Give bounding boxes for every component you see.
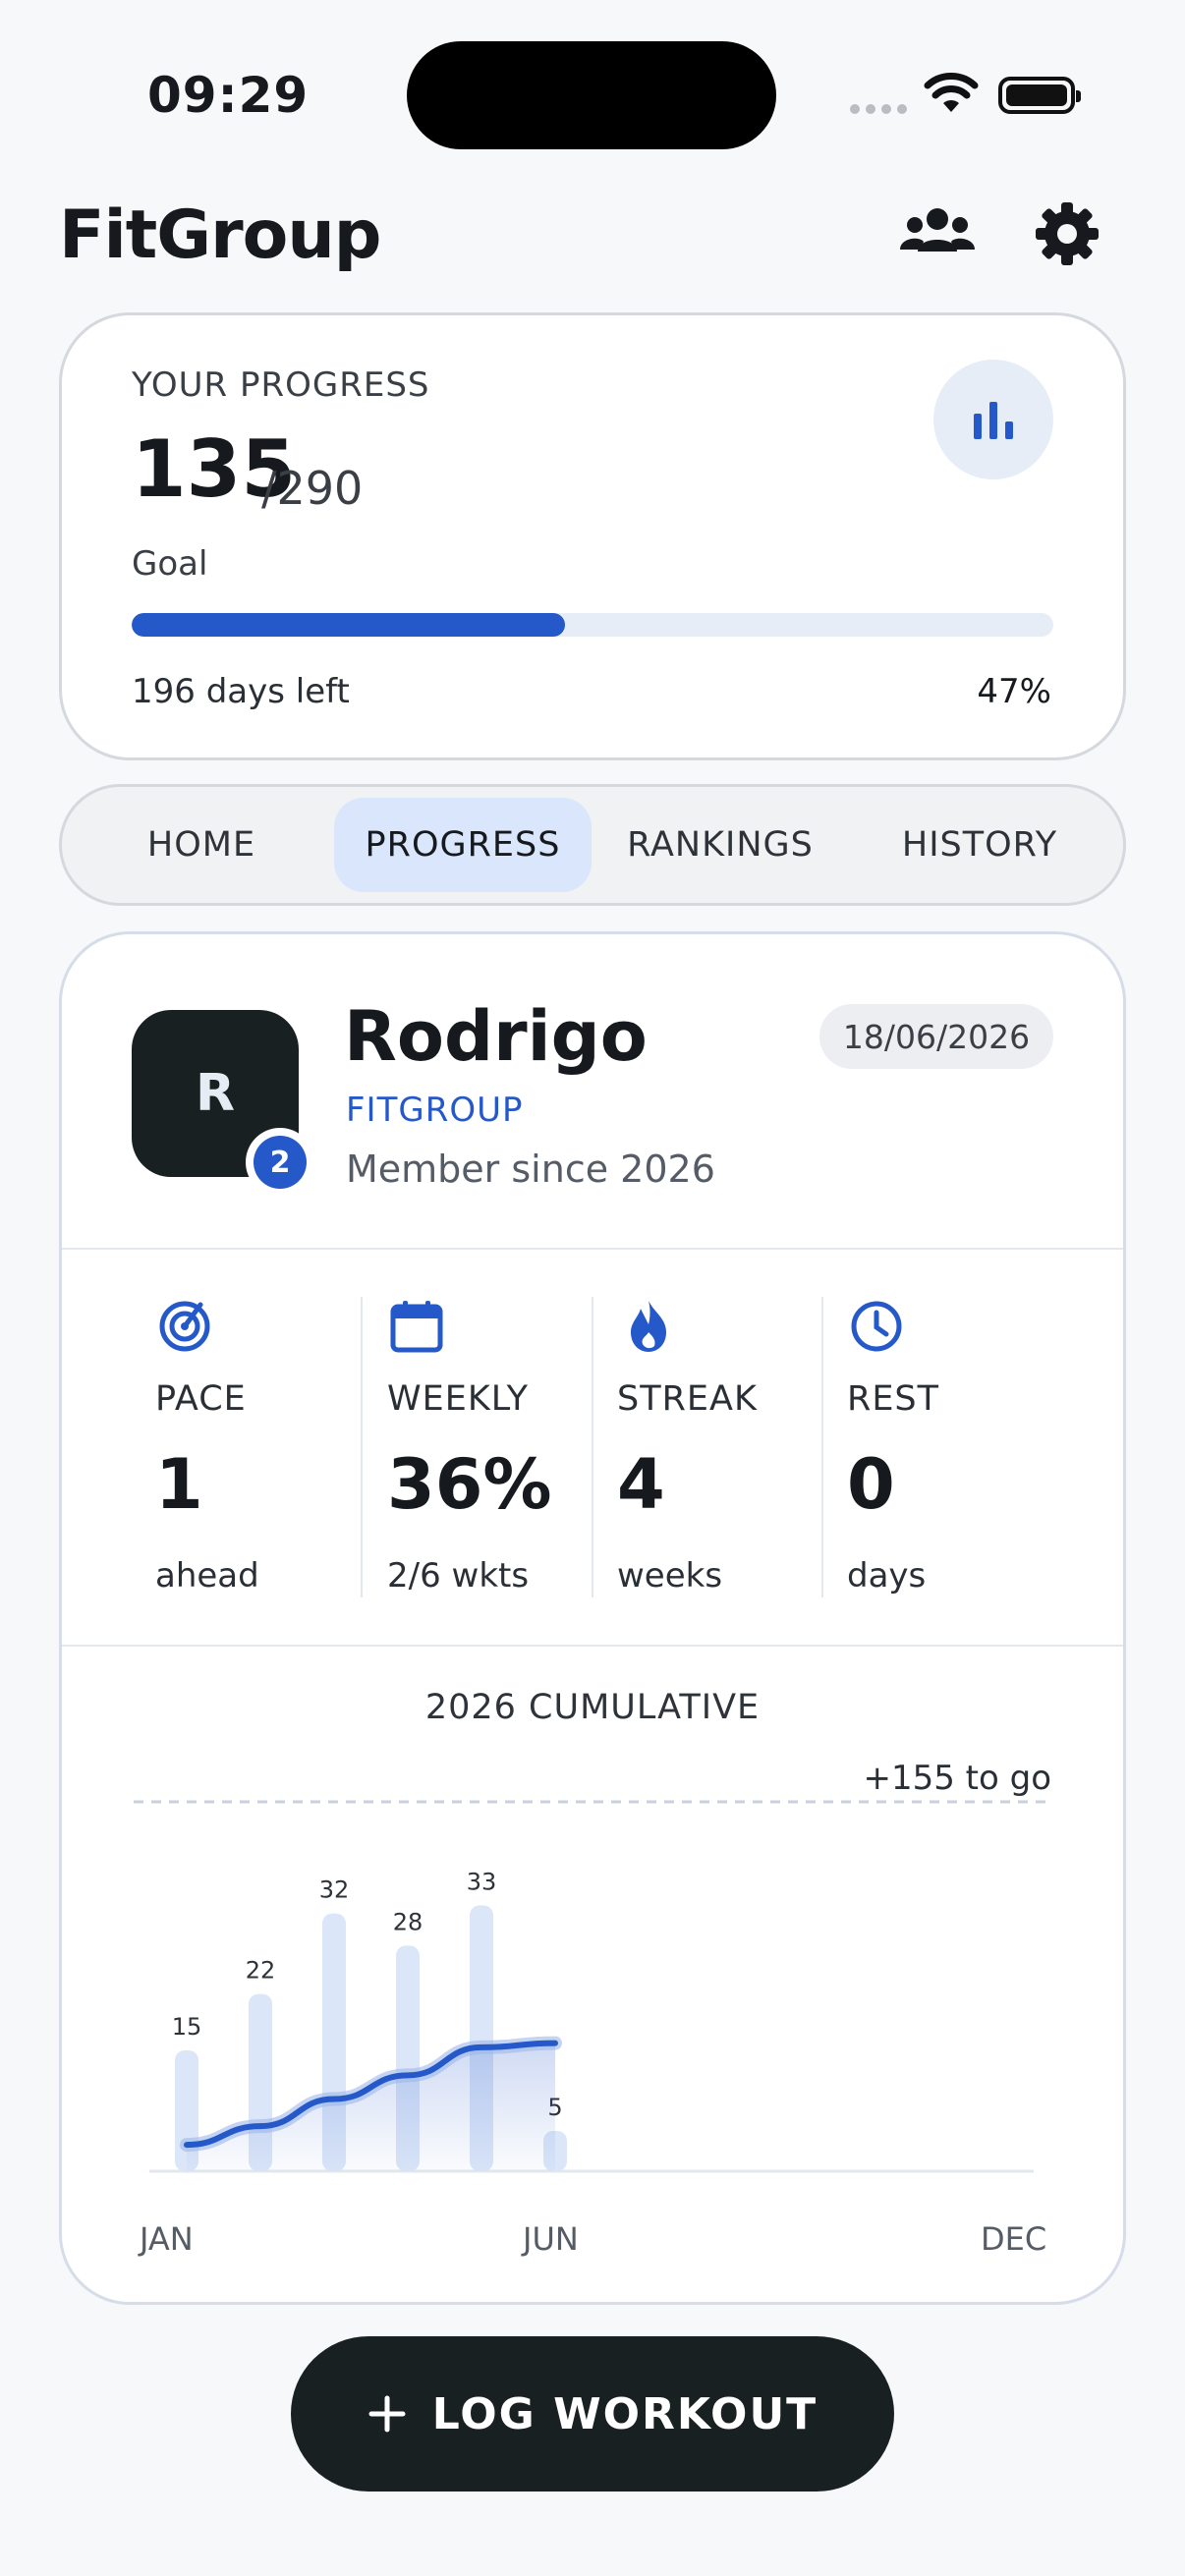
progress-percent: 47% [977,672,1051,711]
user-name: Rodrigo [344,996,648,1077]
log-workout-label: LOG WORKOUT [431,2388,818,2439]
tab-progress[interactable]: PROGRESS [334,798,592,892]
plus-icon [368,2395,406,2433]
stat-streak-sub: weeks [617,1556,723,1596]
days-left: 196 days left [132,672,350,711]
dynamic-island [407,41,776,149]
chart-value-label: 15 [172,2013,202,2041]
chart-button[interactable] [933,360,1053,479]
progress-label: YOUR PROGRESS [132,365,430,405]
stat-divider [821,1297,823,1597]
bar-chart-icon [974,402,1013,439]
x-label-end: DEC [981,2220,1047,2258]
tab-home[interactable]: HOME [90,798,312,892]
clock-icon [851,1301,902,1352]
stat-pace-sub: ahead [155,1556,259,1596]
stat-streak-label: STREAK [617,1379,758,1419]
chart-value-label: 22 [246,1957,276,1985]
stat-weekly-label: WEEKLY [387,1379,530,1419]
cumulative-area [187,2043,555,2171]
stat-rest-sub: days [847,1556,927,1596]
stat-rest-value: 0 [847,1444,895,1525]
log-workout-button[interactable]: LOG WORKOUT [291,2336,894,2492]
chart-value-label: 28 [393,1908,423,1935]
progress-bar-fill [132,613,565,637]
stat-pace-value: 1 [155,1444,203,1525]
group-icon[interactable] [900,206,975,255]
stat-rest-label: REST [847,1379,940,1419]
goal-label: Goal [132,544,208,584]
stat-divider [592,1297,593,1597]
date-badge: 18/06/2026 [819,1004,1053,1069]
rank-badge: 2 [246,1128,314,1197]
stat-weekly-sub: 2/6 wkts [387,1556,530,1596]
tab-history[interactable]: HISTORY [869,798,1091,892]
group-name: FITGROUP [346,1091,524,1130]
target-icon [159,1301,210,1352]
gear-icon[interactable] [1036,202,1099,265]
x-label-start: JAN [140,2220,194,2258]
rank-badge-value: 2 [254,1136,307,1189]
chart-value-label: 32 [319,1876,350,1904]
member-since: Member since 2026 [346,1148,715,1191]
divider [62,1645,1123,1647]
app-title: FitGroup [59,196,381,274]
tab-rankings[interactable]: RANKINGS [609,798,831,892]
flame-icon [631,1301,666,1352]
status-time: 09:29 [147,67,310,124]
divider [62,1248,1123,1250]
cellular-signal-icon [850,104,907,114]
stat-divider [361,1297,363,1597]
progress-bar [132,613,1053,637]
x-label-mid: JUN [523,2220,579,2258]
wifi-icon [924,73,979,112]
stat-streak-value: 4 [617,1444,665,1525]
calendar-icon [390,1301,443,1353]
stat-pace-label: PACE [155,1379,247,1419]
battery-icon [998,77,1081,114]
progress-total: /290 [261,462,364,515]
stat-weekly-value: 36% [387,1444,552,1525]
chart-title: 2026 CUMULATIVE [424,1688,761,1727]
cumulative-chart: 15223228335 [134,1800,1051,2173]
chart-value-label: 33 [467,1868,497,1895]
